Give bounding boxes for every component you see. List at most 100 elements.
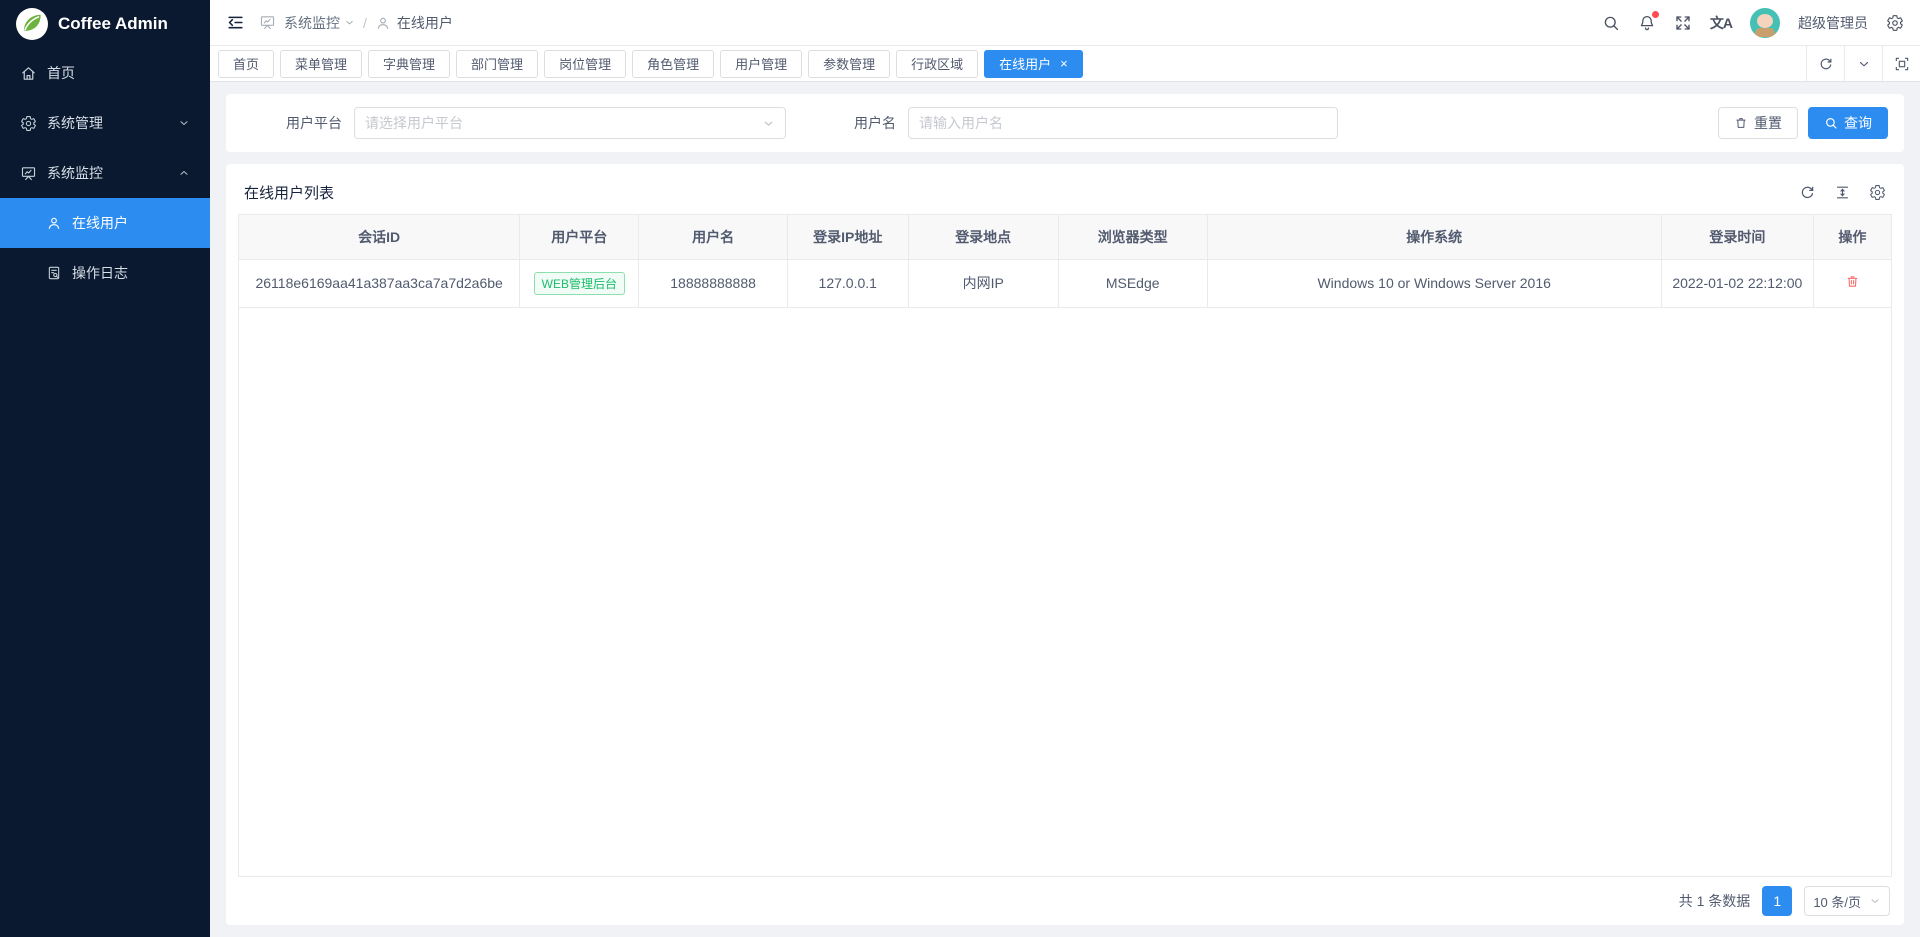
sidebar-item-operation-log[interactable]: 操作日志	[0, 248, 210, 298]
sidebar-item-system-monitor[interactable]: 系统监控	[0, 148, 210, 198]
row-density-icon[interactable]	[1834, 184, 1851, 201]
tab-param-management[interactable]: 参数管理	[808, 50, 890, 78]
tab-menu-management[interactable]: 菜单管理	[280, 50, 362, 78]
refresh-icon[interactable]	[1799, 184, 1816, 201]
reset-button-label: 重置	[1754, 113, 1782, 133]
platform-select-placeholder: 请选择用户平台	[365, 113, 463, 133]
app-title: Coffee Admin	[58, 14, 168, 34]
open-tabs: 首页 菜单管理 字典管理 部门管理 岗位管理 角色管理 用户管理 参数管理 行政…	[218, 46, 1806, 81]
user-icon	[46, 215, 62, 231]
page-size-select[interactable]: 10 条/页	[1804, 886, 1890, 916]
settings-gear-icon[interactable]	[1886, 14, 1904, 32]
tab-admin-region[interactable]: 行政区域	[896, 50, 978, 78]
delete-user-trash-icon[interactable]	[1845, 274, 1860, 289]
sidebar-item-label: 在线用户	[72, 213, 128, 233]
sidebar-item-label: 首页	[47, 63, 75, 83]
chevron-down-icon	[344, 17, 355, 28]
tab-dept-management[interactable]: 部门管理	[456, 50, 538, 78]
column-header-os: 操作系统	[1207, 215, 1661, 259]
username-input[interactable]	[908, 107, 1338, 139]
menu-fold-icon[interactable]	[226, 13, 245, 32]
tab-user-management[interactable]: 用户管理	[720, 50, 802, 78]
filter-card: 用户平台 请选择用户平台 用户名 重置	[226, 94, 1904, 152]
cell-location: 内网IP	[908, 259, 1058, 307]
breadcrumb-item-system-monitor[interactable]: 系统监控	[284, 13, 355, 33]
tab-post-management[interactable]: 岗位管理	[544, 50, 626, 78]
filter-platform: 用户平台 请选择用户平台	[286, 107, 786, 139]
cell-login-time: 2022-01-02 22:12:00	[1661, 259, 1813, 307]
maximize-content-icon[interactable]	[1882, 46, 1920, 81]
fullscreen-expand-icon[interactable]	[1674, 14, 1692, 32]
online-users-table: 会话ID 用户平台 用户名 登录IP地址 登录地点 浏览器类型 操作系统 登录时…	[238, 214, 1892, 877]
tab-label: 在线用户	[999, 54, 1051, 73]
username-label: 用户名	[854, 113, 896, 133]
column-settings-gear-icon[interactable]	[1869, 184, 1886, 201]
cell-ip: 127.0.0.1	[787, 259, 908, 307]
logo: Coffee Admin	[0, 0, 210, 48]
platform-label: 用户平台	[286, 113, 342, 133]
pagination-page-1[interactable]: 1	[1762, 886, 1792, 916]
avatar[interactable]	[1750, 8, 1780, 38]
column-header-session-id: 会话ID	[239, 215, 520, 259]
column-header-browser: 浏览器类型	[1058, 215, 1207, 259]
cell-browser: MSEdge	[1058, 259, 1207, 307]
column-header-actions: 操作	[1813, 215, 1891, 259]
column-header-ip: 登录IP地址	[787, 215, 908, 259]
tab-dict-management[interactable]: 字典管理	[368, 50, 450, 78]
spring-leaf-logo-icon	[16, 8, 48, 40]
sidebar-item-label: 系统监控	[47, 163, 103, 183]
tabs-refresh-icon[interactable]	[1806, 46, 1844, 81]
chevron-down-icon	[1869, 895, 1881, 907]
cell-os: Windows 10 or Windows Server 2016	[1207, 259, 1661, 307]
sidebar-item-label: 操作日志	[72, 263, 128, 283]
column-header-platform: 用户平台	[520, 215, 639, 259]
home-icon	[20, 65, 37, 82]
card-tools	[1799, 184, 1886, 201]
chevron-up-icon	[178, 167, 190, 179]
search-icon	[1824, 116, 1838, 130]
breadcrumb-item-online-users: 在线用户	[375, 13, 453, 33]
search-icon[interactable]	[1602, 14, 1620, 32]
chevron-down-icon	[762, 117, 775, 130]
filter-actions: 重置 查询	[1718, 107, 1888, 139]
tab-home[interactable]: 首页	[218, 50, 274, 78]
card-title: 在线用户列表	[244, 182, 334, 203]
tab-role-management[interactable]: 角色管理	[632, 50, 714, 78]
user-icon	[375, 15, 391, 31]
monitor-chart-icon	[20, 165, 37, 182]
table-row: 26118e6169aa41a387aa3ca7a7d2a6be WEB管理后台…	[239, 259, 1891, 307]
breadcrumb-label: 在线用户	[397, 13, 453, 33]
main-area: 系统监控 / 在线用户	[210, 0, 1920, 937]
table-header-row: 会话ID 用户平台 用户名 登录IP地址 登录地点 浏览器类型 操作系统 登录时…	[239, 215, 1891, 259]
tabs-dropdown-chevron-icon[interactable]	[1844, 46, 1882, 81]
column-header-location: 登录地点	[908, 215, 1058, 259]
user-name[interactable]: 超级管理员	[1798, 13, 1868, 33]
cell-platform: WEB管理后台	[520, 259, 639, 307]
breadcrumb-label: 系统监控	[284, 13, 340, 33]
monitor-chart-icon	[259, 14, 276, 31]
reset-button[interactable]: 重置	[1718, 107, 1798, 139]
notification-badge	[1652, 11, 1659, 18]
close-icon[interactable]: ×	[1060, 57, 1068, 70]
sidebar-item-home[interactable]: 首页	[0, 48, 210, 98]
cell-session-id: 26118e6169aa41a387aa3ca7a7d2a6be	[239, 259, 520, 307]
pagination: 共 1 条数据 1 10 条/页	[238, 877, 1892, 925]
tab-online-users[interactable]: 在线用户 ×	[984, 50, 1083, 78]
search-button[interactable]: 查询	[1808, 107, 1888, 139]
sidebar-menu: 首页 系统管理 系统监控	[0, 48, 210, 937]
sidebar-item-online-users[interactable]: 在线用户	[0, 198, 210, 248]
notification-bell-icon[interactable]	[1638, 14, 1656, 32]
card-header: 在线用户列表	[238, 170, 1892, 214]
cell-actions	[1813, 259, 1891, 307]
translate-icon[interactable]: 文A	[1710, 13, 1732, 33]
breadcrumb-separator: /	[363, 15, 367, 31]
topbar: 系统监控 / 在线用户	[210, 0, 1920, 46]
platform-select[interactable]: 请选择用户平台	[354, 107, 786, 139]
sidebar: Coffee Admin 首页 系统管理	[0, 0, 210, 937]
platform-tag: WEB管理后台	[534, 272, 625, 295]
sidebar-item-system-management[interactable]: 系统管理	[0, 98, 210, 148]
tabbar: 首页 菜单管理 字典管理 部门管理 岗位管理 角色管理 用户管理 参数管理 行政…	[210, 46, 1920, 82]
page-content: 用户平台 请选择用户平台 用户名 重置	[210, 82, 1920, 937]
column-header-login-time: 登录时间	[1661, 215, 1813, 259]
pagination-total: 共 1 条数据	[1679, 891, 1751, 911]
